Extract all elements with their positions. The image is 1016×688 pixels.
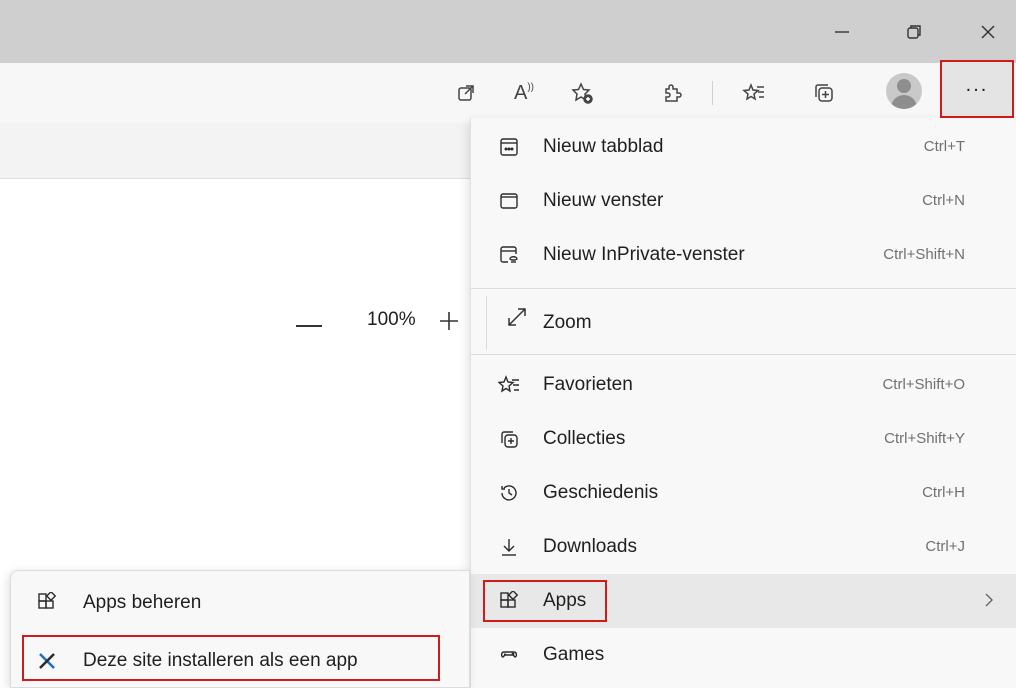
collections-icon — [815, 84, 833, 102]
menu-item-inprivate-window[interactable]: Nieuw InPrivate-venster Ctrl+Shift+N — [471, 228, 1016, 282]
title-bar — [0, 0, 1016, 63]
page-info-bar — [0, 123, 470, 179]
history-shortcut: Ctrl+H — [922, 484, 965, 501]
favorites-label: Favorieten — [543, 374, 633, 395]
games-icon — [497, 643, 521, 667]
install-site-label: Deze site installeren als een app — [83, 650, 358, 671]
favorites-button[interactable] — [738, 77, 770, 109]
new-tab-label: Nieuw tabblad — [543, 136, 664, 157]
inprivate-label: Nieuw InPrivate-venster — [543, 244, 745, 265]
menu-item-history[interactable]: Geschiedenis Ctrl+H — [471, 466, 1016, 520]
plus-icon — [440, 312, 458, 330]
avatar-body — [891, 95, 917, 109]
history-label: Geschiedenis — [543, 482, 659, 503]
zoom-label: Zoom — [543, 312, 592, 333]
menu-item-games[interactable]: Games — [471, 628, 1016, 682]
apps-icon — [497, 589, 521, 613]
new-tab-shortcut: Ctrl+T — [923, 138, 965, 155]
menu-item-new-window[interactable]: Nieuw venster Ctrl+N — [471, 174, 1016, 228]
profile-avatar[interactable] — [886, 73, 922, 109]
avatar-head — [897, 79, 911, 93]
submenu-item-manage-apps[interactable]: Apps beheren — [11, 573, 471, 631]
new-window-label: Nieuw venster — [543, 190, 664, 211]
menu-item-zoom: Zoom — [471, 296, 1016, 350]
sound-wave-icon: )) — [527, 81, 534, 93]
open-in-app-button[interactable] — [450, 77, 482, 109]
close-icon — [981, 25, 995, 39]
open-in-app-icon — [458, 85, 474, 101]
minimize-button[interactable] — [822, 14, 862, 50]
minimize-icon — [835, 31, 849, 33]
collections-icon — [497, 427, 521, 451]
fullscreen-button[interactable] — [506, 306, 528, 333]
add-favorite-button[interactable] — [566, 77, 598, 109]
inprivate-icon — [497, 243, 521, 267]
add-favorite-icon — [571, 82, 593, 104]
downloads-icon — [497, 535, 521, 559]
fullscreen-icon — [508, 308, 526, 326]
read-aloud-button[interactable]: A )) — [508, 77, 540, 109]
chevron-right-icon — [983, 592, 995, 613]
apps-submenu: Apps beheren Deze site installeren als e… — [10, 570, 470, 688]
menu-item-collections[interactable]: Collecties Ctrl+Shift+Y — [471, 412, 1016, 466]
new-window-shortcut: Ctrl+N — [922, 192, 965, 209]
favorites-icon — [742, 82, 764, 101]
zoom-out-button[interactable] — [296, 325, 322, 327]
new-tab-icon — [497, 135, 521, 159]
menu-item-apps[interactable]: Apps — [471, 574, 1016, 628]
menu-item-favorites[interactable]: Favorieten Ctrl+Shift+O — [471, 358, 1016, 412]
more-icon: ... — [965, 73, 989, 96]
zoom-in-button[interactable] — [438, 310, 460, 337]
zoom-value: 100% — [367, 309, 416, 330]
close-button[interactable] — [968, 14, 1008, 50]
menu-divider — [471, 288, 1016, 289]
collections-button[interactable] — [808, 77, 840, 109]
install-app-icon — [35, 648, 59, 672]
menu-item-new-tab[interactable]: Nieuw tabblad Ctrl+T — [471, 120, 1016, 174]
menu-divider — [471, 354, 1016, 355]
extensions-button[interactable] — [656, 77, 688, 109]
settings-menu: Nieuw tabblad Ctrl+T Nieuw venster Ctrl+… — [470, 118, 1016, 688]
new-window-icon — [497, 189, 521, 213]
inprivate-shortcut: Ctrl+Shift+N — [883, 246, 965, 263]
restore-icon — [907, 25, 921, 39]
downloads-label: Downloads — [543, 536, 637, 557]
collections-label: Collecties — [543, 428, 626, 449]
read-aloud-icon: A — [513, 81, 528, 104]
apps-icon — [35, 590, 59, 614]
favorites-icon — [497, 373, 521, 397]
history-icon — [497, 481, 521, 505]
games-label: Games — [543, 644, 605, 665]
manage-apps-label: Apps beheren — [83, 592, 202, 613]
submenu-item-install-site[interactable]: Deze site installeren als een app — [11, 631, 471, 688]
collections-shortcut: Ctrl+Shift+Y — [884, 430, 965, 447]
toolbar-separator — [712, 81, 713, 105]
menu-item-downloads[interactable]: Downloads Ctrl+J — [471, 520, 1016, 574]
favorites-shortcut: Ctrl+Shift+O — [882, 376, 965, 393]
more-button[interactable]: ... — [940, 60, 1014, 118]
downloads-shortcut: Ctrl+J — [925, 538, 965, 555]
browser-toolbar: A )) — [0, 63, 1016, 123]
extensions-icon — [665, 84, 682, 102]
restore-button[interactable] — [894, 14, 934, 50]
apps-label: Apps — [543, 590, 587, 611]
zoom-separator — [486, 296, 487, 350]
